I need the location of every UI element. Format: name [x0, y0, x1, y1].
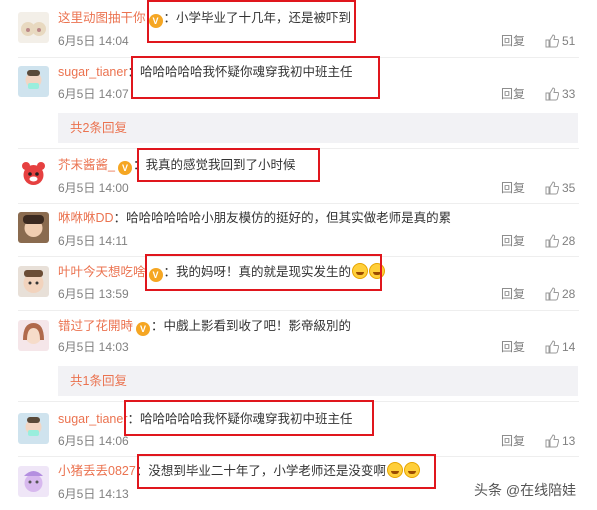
like-button[interactable]: 33 [545, 86, 575, 102]
like-button[interactable]: 35 [545, 180, 575, 196]
highlight-box [137, 148, 320, 182]
reply-button[interactable]: 回复 [501, 233, 525, 249]
comment-time: 6月5日 13:59 [58, 287, 129, 301]
comment-username[interactable]: 咻咻咻DD [58, 211, 114, 225]
avatar[interactable] [18, 320, 49, 351]
thumbs-up-icon [545, 34, 560, 48]
comment-time: 6月5日 14:07 [58, 87, 129, 101]
comment-username[interactable]: 错过了花開時 [58, 319, 133, 333]
comment-username[interactable]: sugar_tianer [58, 412, 128, 426]
comment-username[interactable]: 芥末酱酱_ [58, 158, 115, 172]
highlight-box [124, 400, 374, 436]
comment-username[interactable]: 小猪丢丢0827 [58, 464, 136, 478]
highlight-box [131, 56, 380, 99]
avatar[interactable] [18, 12, 49, 43]
comment-username[interactable]: 叶叶今天想吃啥 [58, 265, 146, 279]
comment-time: 6月5日 14:13 [58, 487, 129, 501]
like-count: 35 [562, 181, 576, 195]
reply-button[interactable]: 回复 [501, 33, 525, 49]
vip-badge-icon: V [136, 322, 151, 336]
like-count: 51 [562, 34, 576, 48]
comment-time: 6月5日 14:06 [58, 434, 129, 448]
like-count: 14 [562, 340, 576, 354]
thumbs-up-icon [545, 287, 560, 301]
like-button[interactable]: 51 [545, 33, 575, 49]
vip-badge-icon: V [117, 161, 132, 175]
thumbs-up-icon [545, 434, 560, 448]
like-button[interactable]: 28 [545, 286, 575, 302]
like-button[interactable]: 14 [545, 339, 575, 355]
more-replies-link[interactable]: 共1条回复 [58, 366, 578, 396]
divider [18, 310, 579, 311]
like-count: 13 [562, 434, 576, 448]
thumbs-up-icon [545, 181, 560, 195]
comment-username[interactable]: 这里动图抽干你 [58, 11, 146, 25]
highlight-box [145, 254, 382, 291]
avatar[interactable] [18, 466, 49, 497]
comment-text: ：中戲上影看到收了吧！影帝級別的 [151, 319, 352, 333]
comment-time: 6月5日 14:04 [58, 34, 129, 48]
like-count: 28 [562, 234, 576, 248]
avatar[interactable] [18, 266, 49, 297]
thumbs-up-icon [545, 87, 560, 101]
reply-button[interactable]: 回复 [501, 180, 525, 196]
avatar[interactable] [18, 413, 49, 444]
like-count: 28 [562, 287, 576, 301]
avatar[interactable] [18, 158, 49, 189]
thumbs-up-icon [545, 340, 560, 354]
avatar[interactable] [18, 66, 49, 97]
highlight-box [137, 454, 436, 489]
comment-text: ：哈哈哈哈哈哈小朋友模仿的挺好的，但其实做老师是真的累 [113, 211, 452, 225]
comment-time: 6月5日 14:11 [58, 234, 128, 248]
like-button[interactable]: 28 [545, 233, 575, 249]
thumbs-up-icon [545, 234, 560, 248]
reply-button[interactable]: 回复 [501, 433, 525, 449]
divider [18, 203, 579, 204]
comment-time: 6月5日 14:00 [58, 181, 129, 195]
reply-button[interactable]: 回复 [501, 339, 525, 355]
avatar[interactable] [18, 212, 49, 243]
like-button[interactable]: 13 [545, 433, 575, 449]
watermark: 头条 @在线陪娃 [474, 482, 577, 498]
reply-button[interactable]: 回复 [501, 286, 525, 302]
more-replies-link[interactable]: 共2条回复 [58, 113, 578, 143]
comment-username[interactable]: sugar_tianer [58, 65, 128, 79]
like-count: 33 [562, 87, 576, 101]
reply-button[interactable]: 回复 [501, 86, 525, 102]
comment-time: 6月5日 14:03 [58, 340, 129, 354]
highlight-box [147, 0, 356, 43]
